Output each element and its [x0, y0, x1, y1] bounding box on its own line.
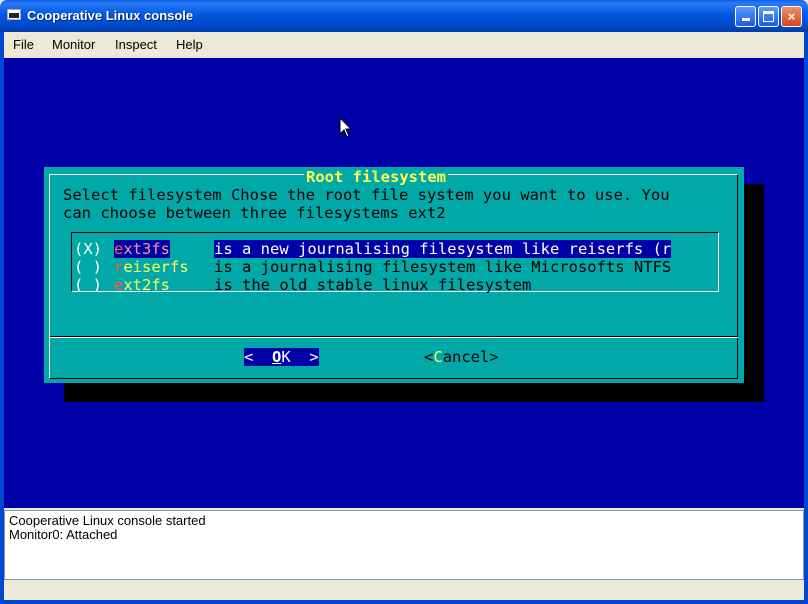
window-frame-bottom	[0, 600, 808, 604]
radio-mark[interactable]: ( )	[74, 276, 102, 294]
dialog-separator	[50, 336, 738, 338]
option-reiserfs[interactable]: ( ) reiserfs is a journalising filesyste…	[44, 258, 744, 276]
maximize-button[interactable]	[758, 6, 779, 27]
window-title: Cooperative Linux console	[27, 8, 194, 23]
log-line: Cooperative Linux console started	[9, 513, 206, 528]
option-description: is a new journalising filesystem like re…	[214, 240, 672, 258]
dialog-title: Root filesystem	[304, 168, 448, 186]
maximize-icon	[763, 11, 774, 22]
option-ext3fs[interactable]: (X) ext3fs is a new journalising filesys…	[44, 240, 744, 258]
option-ext2fs[interactable]: ( ) ext2fs is the old stable linux files…	[44, 276, 744, 294]
minimize-button[interactable]	[735, 6, 756, 27]
status-bar	[4, 581, 804, 600]
console-screen[interactable]: Root filesystem Select filesystem Chose …	[4, 58, 804, 508]
menu-bar: File Monitor Inspect Help	[4, 32, 804, 57]
title-bar[interactable]: Cooperative Linux console ×	[0, 0, 808, 32]
ok-button[interactable]: < OK >	[244, 348, 319, 366]
radio-mark[interactable]: (X)	[74, 240, 102, 258]
menu-monitor[interactable]: Monitor	[52, 37, 95, 52]
dialog-description-line: can choose between three filesystems ext…	[63, 204, 446, 222]
console-log[interactable]: Cooperative Linux console started Monito…	[4, 510, 804, 580]
menu-inspect[interactable]: Inspect	[115, 37, 157, 52]
mouse-cursor-icon	[339, 117, 353, 138]
option-description: is a journalising filesystem like Micros…	[214, 258, 672, 276]
dialog-description-line: Select filesystem Chose the root file sy…	[63, 186, 670, 204]
option-tag[interactable]: ext3fs	[114, 240, 171, 258]
option-description: is the old stable linux filesystem	[214, 276, 532, 294]
close-button[interactable]: ×	[781, 6, 802, 27]
radio-mark[interactable]: ( )	[74, 258, 102, 276]
cancel-button[interactable]: <Cancel>	[424, 348, 499, 366]
menu-file[interactable]: File	[13, 37, 34, 52]
root-filesystem-dialog: Root filesystem Select filesystem Chose …	[44, 167, 744, 383]
log-line: Monitor0: Attached	[9, 527, 118, 542]
close-icon: ×	[787, 9, 796, 24]
menu-help[interactable]: Help	[176, 37, 203, 52]
minimize-icon	[741, 18, 750, 21]
option-tag[interactable]: ext2fs	[114, 276, 170, 294]
console-app-icon	[7, 9, 21, 20]
window-frame-right	[804, 32, 808, 604]
option-tag[interactable]: reiserfs	[114, 258, 189, 276]
